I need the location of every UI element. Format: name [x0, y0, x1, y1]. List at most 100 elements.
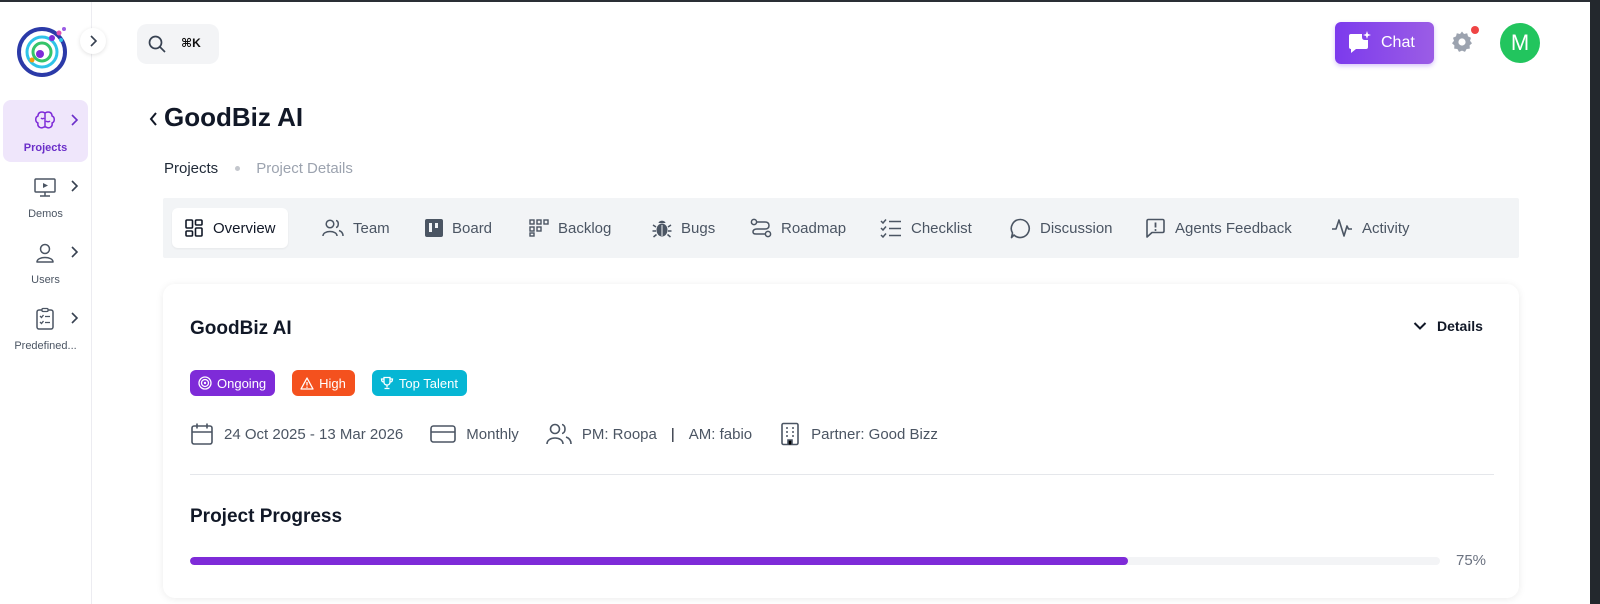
tab-roadmap[interactable]: Roadmap [738, 208, 858, 248]
tab-discussion[interactable]: Discussion [998, 208, 1125, 248]
tab-activity[interactable]: Activity [1319, 208, 1422, 248]
avatar[interactable]: M [1500, 23, 1540, 63]
tab-label: Overview [213, 219, 276, 237]
project-billing: Monthly [430, 424, 519, 444]
tab-label: Agents Feedback [1175, 219, 1292, 237]
grid-icon [185, 219, 203, 237]
credit-card-icon [430, 425, 457, 443]
chat-button-label: Chat [1381, 34, 1415, 51]
tab-checklist[interactable]: Checklist [868, 208, 984, 248]
breadcrumb-separator [235, 166, 241, 171]
chevron-right-icon [71, 180, 79, 192]
breadcrumb-projects-link[interactable]: Projects [164, 160, 218, 177]
warning-icon [300, 376, 314, 390]
chat-sparkle-icon [1349, 31, 1371, 53]
talent-badge: Top Talent [371, 370, 467, 396]
priority-badge: High [292, 370, 355, 396]
breadcrumb-current: Project Details [256, 160, 353, 177]
sidebar-item-label: Projects [23, 142, 68, 154]
chat-bubble-icon [1010, 218, 1030, 238]
project-meta: 24 Oct 2025 - 13 Mar 2026 Monthly PM: Ro… [190, 422, 965, 446]
back-chevron-icon[interactable] [147, 110, 159, 128]
chevron-down-icon [1413, 322, 1427, 330]
app-logo[interactable] [16, 24, 70, 78]
pulse-icon [1332, 219, 1352, 237]
tab-team[interactable]: Team [310, 208, 402, 248]
project-managers: PM: Roopa | AM: fabio [546, 422, 752, 446]
progress-bar-fill [190, 557, 1128, 565]
date-range: 24 Oct 2025 - 13 Mar 2026 [224, 425, 404, 443]
chevron-right-icon [71, 312, 79, 324]
tab-label: Board [452, 219, 493, 237]
tab-agents-feedback[interactable]: Agents Feedback [1133, 208, 1304, 248]
kanban-icon [425, 219, 443, 237]
feedback-icon [1146, 218, 1165, 238]
priority-badge-label: High [319, 375, 346, 391]
tab-label: Bugs [681, 219, 716, 237]
calendar-icon [191, 423, 213, 445]
details-toggle-button[interactable]: Details [1413, 318, 1483, 334]
tab-label: Activity [1362, 219, 1410, 237]
user-icon [36, 243, 54, 263]
sidebar-item-projects[interactable]: Projects [3, 100, 88, 162]
sidebar: Projects Demos Users Predefined... [0, 2, 106, 604]
sidebar-item-label: Users [31, 274, 60, 286]
building-icon [781, 422, 799, 446]
route-icon [750, 218, 772, 238]
progress-title: Project Progress [190, 506, 343, 527]
sidebar-item-predefined[interactable]: Predefined... [3, 298, 88, 360]
tab-label: Team [353, 219, 390, 237]
page-title: GoodBiz AI [164, 102, 304, 132]
trophy-icon [380, 376, 394, 390]
clipboard-checklist-icon [36, 307, 54, 330]
tab-label: Roadmap [781, 219, 847, 237]
sidebar-item-label: Predefined... [14, 340, 77, 352]
target-icon [198, 376, 212, 390]
project-name: GoodBiz AI [190, 318, 292, 339]
brain-icon [35, 111, 55, 129]
project-partner: Partner: Good Bizz [779, 422, 938, 446]
notification-dot [1471, 26, 1479, 34]
tab-bugs[interactable]: Bugs [640, 208, 727, 248]
checklist-icon [880, 219, 901, 238]
settings-gear-icon[interactable] [1450, 30, 1474, 54]
tab-label: Discussion [1040, 219, 1113, 237]
chat-button[interactable]: Chat [1335, 22, 1434, 64]
sidebar-item-users[interactable]: Users [3, 232, 88, 294]
breadcrumb: Projects Project Details [164, 160, 353, 177]
bug-icon [652, 220, 672, 238]
status-badge-label: Ongoing [217, 375, 267, 391]
status-badge: Ongoing [190, 370, 276, 396]
project-summary-card: GoodBiz AI Details Ongoing High Top Tale… [163, 284, 1519, 598]
chevron-right-icon [71, 246, 79, 258]
talent-badge-label: Top Talent [398, 375, 458, 391]
partner-name: Partner: Good Bizz [811, 425, 938, 443]
meta-separator: | [670, 425, 675, 443]
progress-percentage: 75% [1456, 552, 1487, 569]
search-button[interactable]: ⌘K [137, 24, 219, 64]
project-tabs: Overview Team Board Backlog Bugs Roadmap… [163, 198, 1519, 258]
project-manager: PM: Roopa [581, 425, 657, 443]
app-screen: Projects Demos Users Predefined... ⌘K Ch… [0, 2, 1590, 604]
tab-label: Backlog [558, 219, 612, 237]
details-label: Details [1437, 318, 1483, 334]
chevron-right-icon [71, 114, 79, 126]
search-shortcut: ⌘K [181, 36, 201, 50]
project-dates: 24 Oct 2025 - 13 Mar 2026 [190, 422, 403, 446]
tab-board[interactable]: Board [413, 208, 504, 248]
sidebar-item-label: Demos [28, 208, 63, 220]
sidebar-item-demos[interactable]: Demos [3, 166, 88, 228]
tab-overview[interactable]: Overview [172, 208, 288, 248]
tab-backlog[interactable]: Backlog [517, 208, 623, 248]
billing-cycle: Monthly [466, 425, 519, 443]
project-badges: Ongoing High Top Talent [190, 370, 467, 396]
card-divider [190, 474, 1494, 475]
backlog-icon [529, 219, 549, 237]
team-icon [322, 219, 344, 237]
sidebar-expand-button[interactable] [80, 28, 106, 54]
presentation-icon [34, 178, 56, 197]
account-manager: AM: fabio [688, 425, 753, 443]
progress-bar [190, 557, 1440, 565]
tab-label: Checklist [911, 219, 972, 237]
team-icon [546, 423, 572, 445]
